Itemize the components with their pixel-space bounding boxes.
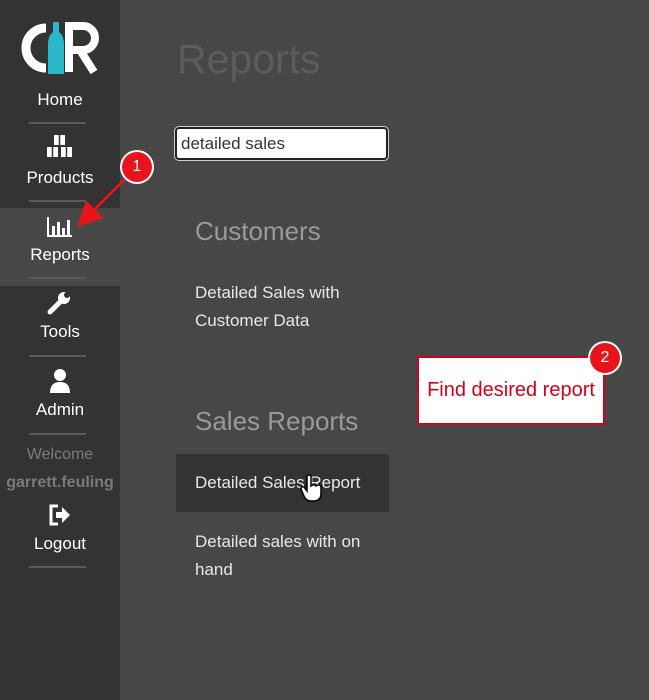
wrench-icon bbox=[0, 290, 120, 316]
welcome-text: Welcome bbox=[26, 446, 94, 463]
sidebar: Home Products Reports Tools Admin Welcom… bbox=[0, 0, 120, 700]
nav-divider bbox=[29, 122, 86, 124]
section-heading-sales-reports: Sales Reports bbox=[195, 406, 359, 436]
hand-cursor-icon bbox=[300, 474, 324, 502]
nav-tools[interactable]: Tools bbox=[0, 286, 120, 364]
nav-reports-label: Reports bbox=[30, 245, 90, 264]
report-link-detailed-sales-on-hand[interactable]: Detailed sales with on hand bbox=[176, 528, 389, 586]
nav-home-label: Home bbox=[37, 90, 83, 109]
nav-logout-label: Logout bbox=[34, 534, 86, 553]
nav-admin[interactable]: Admin bbox=[0, 364, 120, 442]
nav-reports[interactable]: Reports bbox=[0, 208, 120, 286]
annotation-badge-1: 1 bbox=[122, 152, 152, 182]
search-input[interactable] bbox=[174, 126, 389, 161]
section-heading-customers: Customers bbox=[195, 216, 321, 246]
nav-products[interactable]: Products bbox=[0, 128, 120, 206]
page-title: Reports bbox=[177, 36, 321, 82]
nav-tools-label: Tools bbox=[40, 322, 80, 341]
report-link-detailed-sales-customer[interactable]: Detailed Sales with Customer Data bbox=[176, 279, 389, 337]
sign-out-icon bbox=[0, 502, 120, 528]
annotation-callout: Find desired report bbox=[417, 356, 605, 425]
nav-home[interactable]: Home bbox=[0, 78, 120, 118]
user-icon bbox=[0, 368, 120, 394]
logo bbox=[20, 22, 100, 75]
annotation-badge-2: 2 bbox=[590, 343, 620, 373]
nav-divider bbox=[29, 566, 86, 568]
boxes-icon bbox=[0, 134, 120, 160]
nav-logout[interactable]: Logout bbox=[0, 500, 120, 562]
nav-admin-label: Admin bbox=[35, 400, 85, 419]
bar-chart-icon bbox=[0, 214, 120, 240]
nav-divider bbox=[29, 433, 86, 435]
nav-divider bbox=[29, 277, 86, 279]
nav-divider bbox=[29, 355, 86, 357]
username-text: garrett.feuling bbox=[6, 474, 114, 491]
report-link-detailed-sales-report[interactable]: Detailed Sales Report bbox=[176, 454, 389, 512]
nav-divider bbox=[29, 200, 86, 202]
nav-products-label: Products bbox=[26, 168, 94, 187]
